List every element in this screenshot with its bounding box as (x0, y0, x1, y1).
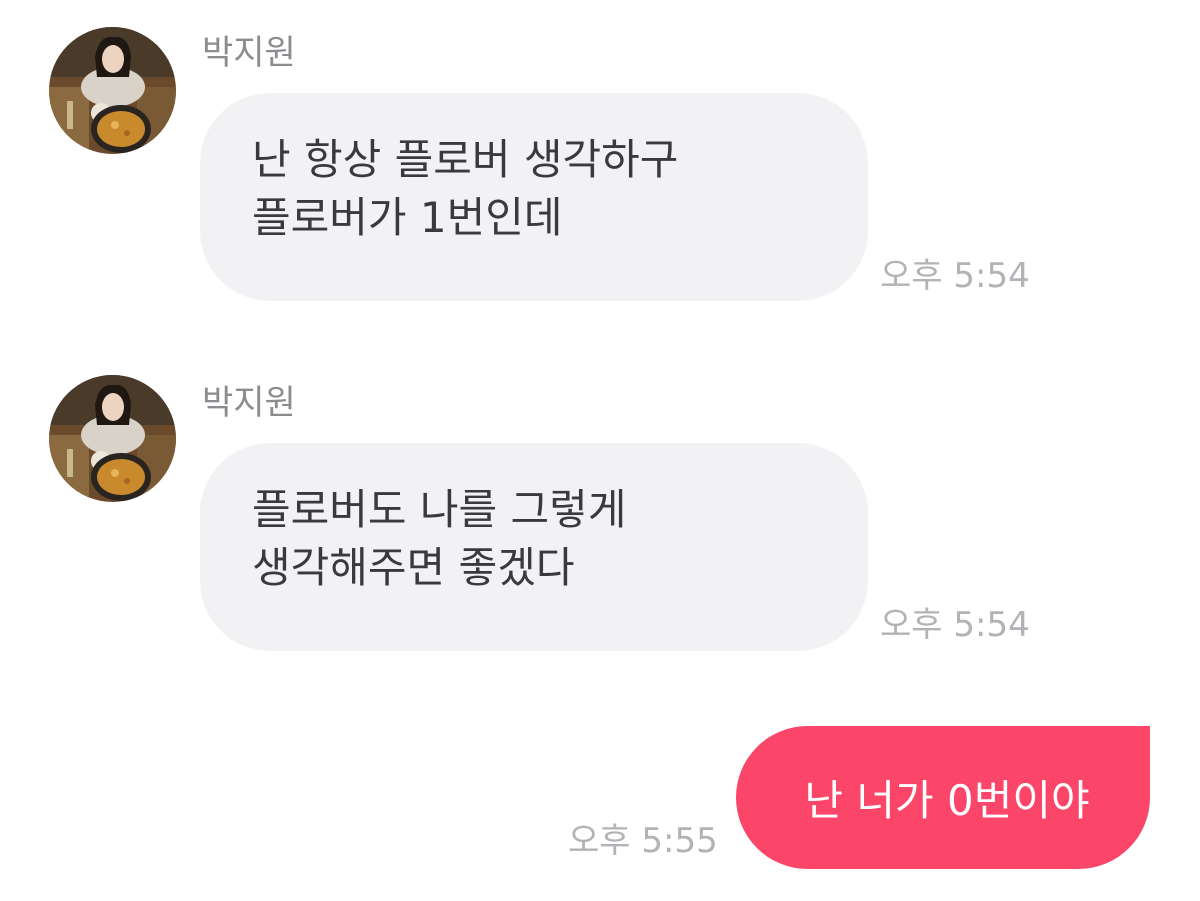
message-text-line: 플로버가 1번인데 (252, 193, 563, 242)
message-timestamp: 오후 5:54 (880, 256, 1030, 296)
sender-name: 박지원 (202, 33, 296, 73)
chat-screen: 박지원 난 항상 플로버 생각하구 플로버가 1번인데 오후 5:54 박지원 … (0, 0, 1200, 901)
message-text-line: 플로버도 나를 그렇게 (252, 485, 627, 534)
message-text-line: 생각해주면 좋겠다 (252, 543, 575, 592)
incoming-message-bubble[interactable]: 플로버도 나를 그렇게 생각해주면 좋겠다 (200, 443, 868, 651)
sender-avatar[interactable] (49, 27, 176, 154)
message-timestamp: 오후 5:55 (568, 821, 718, 861)
incoming-message-bubble[interactable]: 난 항상 플로버 생각하구 플로버가 1번인데 (200, 93, 868, 301)
message-timestamp: 오후 5:54 (880, 605, 1030, 645)
avatar-photo-icon (49, 27, 176, 154)
sender-name: 박지원 (202, 383, 296, 423)
outgoing-message-bubble[interactable]: 난 너가 0번이야 (736, 726, 1150, 869)
message-text-line: 난 항상 플로버 생각하구 (252, 135, 679, 184)
sender-avatar[interactable] (49, 375, 176, 502)
message-text-line: 난 너가 0번이야 (804, 776, 1090, 825)
avatar-photo-icon (49, 375, 176, 502)
